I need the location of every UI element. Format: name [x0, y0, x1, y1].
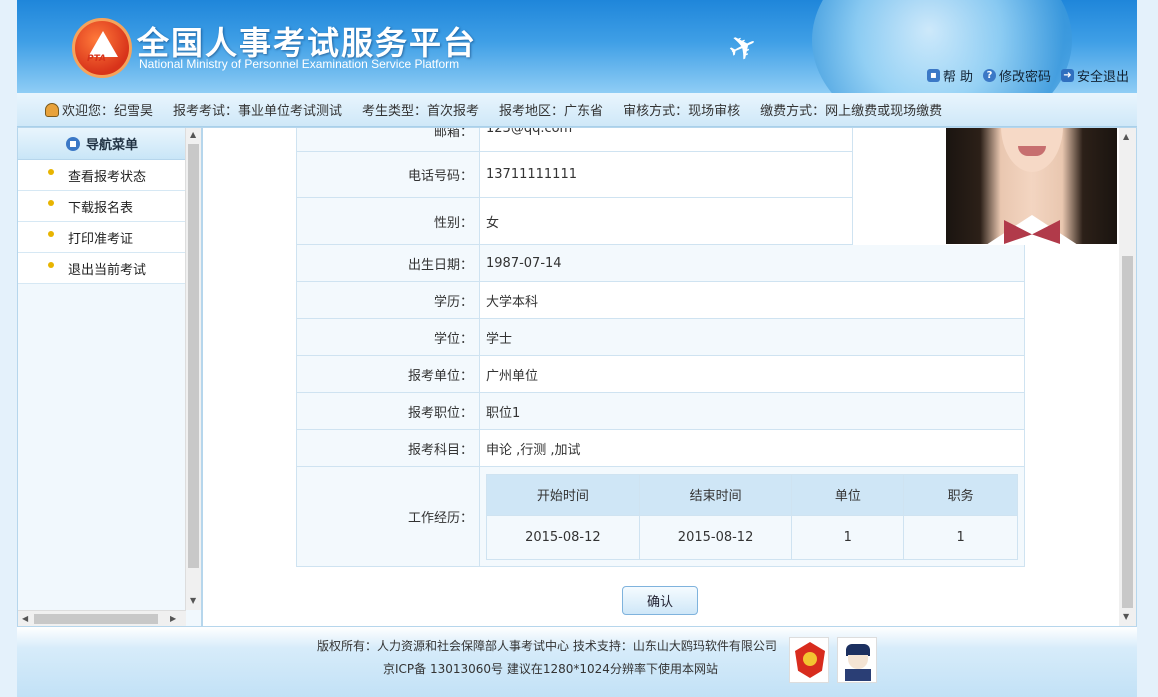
table-row: 2015-08-12 2015-08-12 1 1 — [486, 514, 1018, 560]
candidate-type: 考生类型：首次报考 — [362, 104, 480, 119]
exam-region: 报考地区：广东省 — [499, 104, 604, 119]
birth-label: 出生日期： — [297, 245, 480, 281]
scroll-left-icon[interactable]: ◀ — [22, 614, 28, 623]
confirm-button[interactable]: 确认 — [622, 586, 698, 615]
cyber-police-icon[interactable] — [837, 637, 877, 683]
scroll-up-icon[interactable]: ▲ — [190, 130, 196, 139]
exit-icon: ➜ — [1060, 69, 1074, 82]
copyright-text: 版权所有：人力资源和社会保障部人事考试中心 技术支持：山东山大鸥玛软件有限公司 — [317, 639, 777, 653]
candidate-info-form: 邮箱： 123@qq.com 电话号码： 13711111111 性别： 女 出… — [296, 127, 1117, 567]
question-icon: ? — [982, 69, 996, 82]
degree-label: 学位： — [297, 319, 480, 355]
nav-item-download-form[interactable]: 下载报名表 — [18, 191, 186, 222]
bullet-icon — [48, 169, 54, 175]
nav-item-exit-exam[interactable]: 退出当前考试 — [18, 253, 186, 284]
gender-row: 性别： 女 — [296, 198, 853, 245]
position-value: 职位1 — [480, 393, 1024, 429]
position-label: 报考职位： — [297, 393, 480, 429]
scroll-up-icon[interactable]: ▲ — [1123, 132, 1129, 141]
table-cell: 2015-08-12 — [638, 514, 793, 560]
airplane-icon: ✈ — [721, 23, 765, 73]
nav-sidebar: 导航菜单 查看报考状态 下载报名表 打印准考证 退出当前考试 ▲ ▼ ◀ ▶ — [17, 127, 202, 627]
pta-logo: PTA — [72, 18, 132, 78]
email-label: 邮箱： — [297, 128, 480, 151]
subjects-row: 报考科目： 申论 ,行测 ,加试 — [296, 430, 1025, 467]
nav-title: 导航菜单 — [18, 128, 186, 160]
email-row: 邮箱： 123@qq.com — [296, 127, 853, 152]
table-cell: 2015-08-12 — [486, 514, 640, 560]
table-cell: 1 — [791, 514, 905, 560]
scroll-right-icon[interactable]: ▶ — [170, 614, 176, 623]
phone-row: 电话号码： 13711111111 — [296, 152, 853, 198]
main-content: 邮箱： 123@qq.com 电话号码： 13711111111 性别： 女 出… — [202, 127, 1137, 627]
column-header: 单位 — [791, 473, 905, 516]
main-vertical-scrollbar[interactable]: ▲ ▼ — [1119, 128, 1136, 626]
lock-icon: ▪ — [926, 69, 940, 82]
sidebar-vertical-scrollbar[interactable]: ▲ ▼ — [185, 128, 201, 610]
experience-row: 工作经历： 开始时间 结束时间 单位 职务 2015-08-12 2015-08… — [296, 467, 1025, 567]
bullet-icon — [48, 262, 54, 268]
phone-label: 电话号码： — [297, 152, 480, 197]
site-subtitle: National Ministry of Personnel Examinati… — [139, 57, 460, 71]
scroll-down-icon[interactable]: ▼ — [1123, 612, 1129, 621]
education-label: 学历： — [297, 282, 480, 318]
subjects-value: 申论 ,行测 ,加试 — [486, 442, 581, 458]
experience-label: 工作经历： — [297, 467, 480, 566]
gender-value: 女 — [486, 215, 500, 231]
bullet-icon — [48, 200, 54, 206]
education-row: 学历： 大学本科 — [296, 282, 1025, 319]
exam-name: 报考考试：事业单位考试测试 — [173, 104, 343, 119]
unit-value: 广州单位 — [486, 368, 539, 384]
scroll-thumb[interactable] — [34, 614, 158, 624]
education-value: 大学本科 — [486, 294, 539, 310]
header-links: ▪ 帮 助 ? 修改密码 ➜ 安全退出 — [926, 66, 1129, 85]
icp-text: 京ICP备 13013060号 建议在1280*1024分辨率下使用本网站 — [383, 662, 718, 676]
nav-item-print-ticket[interactable]: 打印准考证 — [18, 222, 186, 253]
gender-label: 性别： — [297, 198, 480, 244]
column-header: 开始时间 — [486, 473, 640, 516]
site-footer: 版权所有：人力资源和社会保障部人事考试中心 技术支持：山东山大鸥玛软件有限公司 … — [17, 627, 1137, 697]
unit-label: 报考单位： — [297, 356, 480, 392]
scroll-thumb[interactable] — [188, 144, 199, 568]
scroll-thumb[interactable] — [1122, 256, 1133, 608]
degree-row: 学位： 学士 — [296, 319, 1025, 356]
review-method: 审核方式：现场审核 — [623, 104, 741, 119]
column-header: 职务 — [903, 473, 1018, 516]
menu-icon — [65, 136, 80, 151]
candidate-photo — [946, 128, 1117, 244]
unit-row: 报考单位： 广州单位 — [296, 356, 1025, 393]
sidebar-horizontal-scrollbar[interactable]: ◀ ▶ — [18, 610, 186, 626]
table-header-row: 开始时间 结束时间 单位 职务 — [486, 473, 1018, 516]
bullet-icon — [48, 231, 54, 237]
scroll-down-icon[interactable]: ▼ — [190, 596, 196, 605]
column-header: 结束时间 — [638, 473, 793, 516]
nav-item-check-status[interactable]: 查看报考状态 — [18, 160, 186, 191]
police-badge-icon[interactable] — [789, 637, 829, 683]
change-password-link[interactable]: ? 修改密码 — [982, 66, 1051, 85]
position-row: 报考职位： 职位1 — [296, 393, 1025, 430]
site-header: ✈ PTA 全国人事考试服务平台 National Ministry of Pe… — [17, 0, 1137, 93]
subjects-label: 报考科目： — [297, 430, 480, 466]
experience-table: 开始时间 结束时间 单位 职务 2015-08-12 2015-08-12 1 … — [486, 473, 1018, 560]
payment-method: 缴费方式：网上缴费或现场缴费 — [760, 104, 943, 119]
exam-info-bar: 欢迎您：纪雪昊 报考考试：事业单位考试测试 考生类型：首次报考 报考地区：广东省… — [17, 93, 1137, 127]
welcome-text: 欢迎您：纪雪昊 — [45, 100, 153, 119]
birth-row: 出生日期： 1987-07-14 — [296, 245, 1025, 282]
degree-value: 学士 — [480, 319, 1024, 355]
phone-value: 13711111111 — [486, 167, 577, 182]
user-icon — [45, 103, 59, 117]
logout-link[interactable]: ➜ 安全退出 — [1060, 66, 1129, 85]
birth-value: 1987-07-14 — [480, 245, 1024, 281]
help-link[interactable]: ▪ 帮 助 — [926, 66, 973, 85]
email-value: 123@qq.com — [486, 127, 573, 136]
table-cell: 1 — [903, 514, 1018, 560]
